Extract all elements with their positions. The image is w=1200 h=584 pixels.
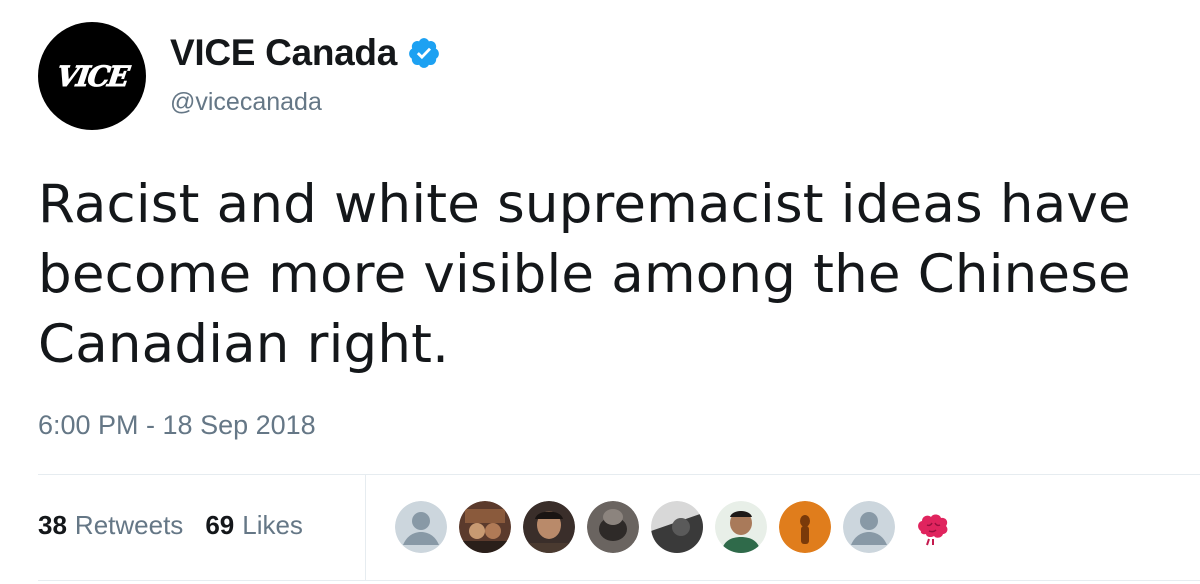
verified-badge-icon [407,36,441,70]
divider [38,580,1200,581]
tweet-stats: 38 Retweets 69 Likes [38,510,303,541]
liker-avatars [395,501,971,553]
likes-stat[interactable]: 69 Likes [205,510,303,541]
retweets-label: Retweets [74,510,184,540]
liker-avatar-photo[interactable] [459,501,511,553]
liker-avatar-default-profile-icon[interactable] [843,501,895,553]
retweets-count: 38 [38,510,67,540]
stats-separator [365,474,366,580]
liker-avatar-default-profile-icon[interactable] [395,501,447,553]
liker-avatar-photo[interactable] [523,501,575,553]
name-row: VICE Canada [170,32,441,74]
liker-avatar-photo[interactable] [715,501,767,553]
tweet-header: VICE VICE Canada @vicecanada [38,22,441,130]
liker-avatar-brain-icon[interactable] [907,501,959,553]
account-handle[interactable]: @vicecanada [170,88,441,117]
tweet-timestamp[interactable]: 6:00 PM - 18 Sep 2018 [38,410,316,441]
retweets-stat[interactable]: 38 Retweets [38,510,183,541]
likes-count: 69 [205,510,235,540]
liker-avatar-photo[interactable] [587,501,639,553]
account-names: VICE Canada @vicecanada [170,32,441,117]
liker-avatar-photo[interactable] [651,501,703,553]
liker-avatar-photo[interactable] [779,501,831,553]
likes-label: Likes [242,510,303,540]
tweet-text: Racist and white supremacist ideas have … [38,174,1131,375]
vice-logo: VICE [54,59,130,93]
tweet-card: VICE VICE Canada @vicecanada Racist and … [0,0,1200,584]
divider [38,474,1200,475]
account-avatar[interactable]: VICE [38,22,146,130]
account-display-name[interactable]: VICE Canada [170,32,397,74]
